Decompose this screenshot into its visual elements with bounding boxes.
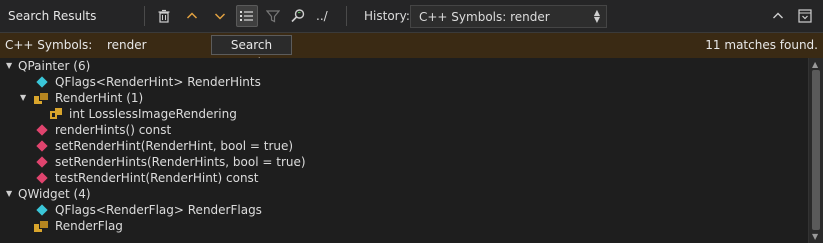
method-icon [36, 140, 48, 152]
toolbar-separator [144, 6, 145, 26]
tree-result-row[interactable]: int LosslessImageRendering [0, 106, 808, 122]
magnifier-refresh-icon [291, 9, 305, 23]
tree-result-row[interactable]: QFlags<RenderHint> RenderHints [0, 74, 808, 90]
collapse-panel-button[interactable] [767, 5, 789, 27]
chevron-down-icon [214, 13, 226, 20]
tree-row-label: int LosslessImageRendering [69, 107, 237, 121]
combo-arrows-icon: ▲ ▼ [593, 8, 600, 24]
expand-arrow-icon[interactable]: ▼ [6, 186, 12, 202]
tree-group-row[interactable]: ▼ QWidget (4) [0, 186, 808, 202]
method-icon [36, 156, 48, 168]
scroll-up-arrow-icon[interactable]: ▲ [812, 60, 818, 69]
path-button[interactable]: ../ [316, 9, 328, 23]
trash-icon [158, 9, 170, 23]
typedef-icon [36, 204, 48, 216]
panel-title: Search Results [8, 9, 97, 23]
tree-result-row[interactable]: ▼ RenderHint (1) [0, 90, 808, 106]
search-results-toolbar: Search Results ../ History: C++ Symbols:… [0, 0, 823, 33]
tree-result-row[interactable]: renderHints() const [0, 122, 808, 138]
toolbar-separator [346, 6, 347, 26]
tree-row-label: RenderFlag [55, 219, 123, 233]
panel-expand-icon [798, 9, 812, 23]
filter-button[interactable] [262, 5, 284, 27]
scroll-down-arrow-icon[interactable]: ▼ [812, 232, 818, 241]
previous-result-button[interactable] [181, 5, 203, 27]
method-icon [36, 172, 48, 184]
clear-results-button[interactable] [153, 5, 175, 27]
search-term: render [107, 38, 147, 52]
tree-group-row[interactable]: ▼ QPainter (6) [0, 58, 808, 74]
tree-row-label: setRenderHint(RenderHint, bool = true) [55, 139, 294, 153]
tree-row-label: renderHints() const [55, 123, 172, 137]
history-value: C++ Symbols: render [419, 10, 550, 24]
match-count: 11 matches found. [705, 38, 818, 52]
history-combobox[interactable]: C++ Symbols: render ▲ ▼ [410, 5, 607, 28]
search-info-bar: C++ Symbols: render Search Again 11 matc… [0, 33, 823, 70]
typedef-icon [36, 76, 48, 88]
tree-row-label: QPainter (6) [18, 59, 91, 73]
tree-view-toggle-button[interactable] [236, 5, 258, 27]
tree-row-label: setRenderHints(RenderHints, bool = true) [55, 155, 306, 169]
enum-icon [34, 220, 49, 232]
tree-row-label: testRenderHint(RenderHint) const [55, 171, 259, 185]
history-label: History: [364, 9, 410, 23]
tree-row-label: RenderHint (1) [55, 91, 144, 105]
tree-result-row[interactable]: setRenderHint(RenderHint, bool = true) [0, 138, 808, 154]
enum-icon [34, 92, 49, 104]
results-tree[interactable]: ▼ QPainter (6) QFlags<RenderHint> Render… [0, 58, 808, 243]
list-icon [240, 11, 253, 21]
chevron-up-icon [186, 12, 198, 19]
expand-arrow-icon[interactable]: ▼ [6, 58, 12, 74]
tree-result-row[interactable]: setRenderHints(RenderHints, bool = true) [0, 154, 808, 170]
chevron-up-icon [773, 12, 783, 19]
expand-arrow-icon[interactable]: ▼ [20, 90, 26, 106]
tree-row-label: QWidget (4) [18, 187, 91, 201]
tree-result-row[interactable]: QFlags<RenderFlag> RenderFlags [0, 202, 808, 218]
enum-value-icon [50, 108, 63, 120]
scrollbar-thumb[interactable] [812, 70, 820, 230]
method-icon [36, 124, 48, 136]
tree-result-row[interactable]: testRenderHint(RenderHint) const [0, 170, 808, 186]
tree-result-row[interactable]: RenderFlag [0, 218, 808, 234]
tree-row-label: QFlags<RenderHint> RenderHints [55, 75, 261, 89]
filter-icon [266, 10, 280, 23]
search-again-button[interactable]: Search Again [211, 35, 292, 70]
expand-panel-button[interactable] [794, 5, 816, 27]
tree-row-label: QFlags<RenderFlag> RenderFlags [55, 203, 262, 217]
search-again-toolbar-button[interactable] [287, 5, 309, 27]
next-result-button[interactable] [209, 5, 231, 27]
search-scope-label: C++ Symbols: [5, 38, 93, 52]
results-scrollbar[interactable]: ▲ ▼ [808, 58, 823, 243]
